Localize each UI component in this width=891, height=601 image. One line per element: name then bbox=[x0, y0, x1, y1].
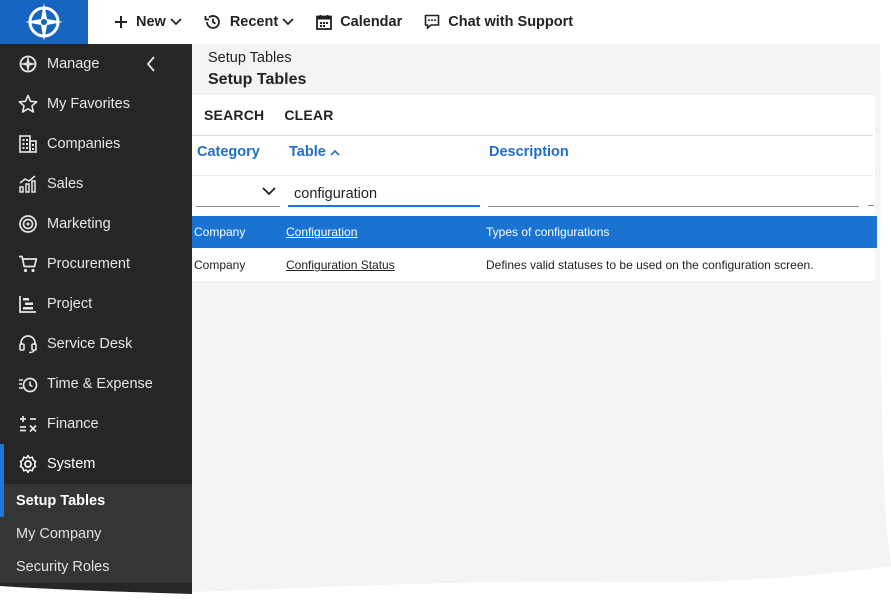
description-filter-input[interactable] bbox=[488, 183, 859, 207]
sidebar-item-companies[interactable]: Companies bbox=[0, 124, 192, 164]
results-panel: SEARCH CLEAR Category Table Description … bbox=[192, 95, 877, 281]
sidebar-item-label: My Favorites bbox=[47, 96, 130, 112]
sidebar-item-label: Marketing bbox=[47, 216, 111, 232]
chevron-down-icon bbox=[170, 18, 182, 26]
collapse-sidebar-button[interactable] bbox=[146, 56, 156, 76]
sidebar-item-marketing[interactable]: Marketing bbox=[0, 204, 192, 244]
sidebar: Manage My Favorites Companies Sales Mark… bbox=[0, 44, 192, 601]
chevron-down-icon bbox=[262, 187, 276, 196]
column-header-label: Category bbox=[197, 144, 260, 160]
clock-money-icon bbox=[18, 374, 38, 394]
sidebar-item-label: Procurement bbox=[47, 256, 131, 272]
sidebar-item-project[interactable]: Project bbox=[0, 284, 192, 324]
sidebar-item-label: Manage bbox=[47, 56, 100, 72]
sidebar-item-label: System bbox=[47, 456, 96, 472]
chat-support-label: Chat with Support bbox=[448, 14, 574, 30]
recent-menu-button[interactable]: Recent bbox=[182, 0, 294, 44]
sidebar-item-label: Project bbox=[47, 296, 93, 312]
sidebar-item-sales[interactable]: Sales bbox=[0, 164, 192, 204]
sidebar-item-label: Sales bbox=[47, 176, 84, 192]
table-filter-input[interactable] bbox=[288, 183, 480, 207]
sidebar-item-service-desk[interactable]: Service Desk bbox=[0, 324, 192, 364]
cell-category: Company bbox=[194, 258, 246, 272]
headset-icon bbox=[18, 334, 38, 354]
plus-icon bbox=[115, 16, 127, 28]
target-icon bbox=[18, 214, 38, 234]
sidebar-item-label: Time & Expense bbox=[47, 376, 153, 392]
calendar-button[interactable]: Calendar bbox=[294, 0, 402, 44]
calculator-icon bbox=[18, 414, 38, 434]
action-bar: SEARCH CLEAR bbox=[204, 107, 334, 123]
category-filter-select[interactable] bbox=[196, 183, 280, 207]
sidebar-item-label: Companies bbox=[47, 136, 121, 152]
column-header-description[interactable]: Description bbox=[489, 144, 569, 160]
cell-description: Types of configurations bbox=[486, 225, 610, 239]
sidebar-submenu: Setup Tables My Company Security Roles bbox=[0, 484, 192, 583]
sidebar-subitem-label: Setup Tables bbox=[16, 492, 106, 509]
compass-icon bbox=[18, 54, 38, 74]
sidebar-item-label: Finance bbox=[47, 416, 99, 432]
page-edge-decoration bbox=[192, 566, 891, 601]
app-logo[interactable] bbox=[0, 0, 88, 44]
calendar-icon bbox=[316, 15, 333, 30]
chart-icon bbox=[18, 174, 38, 194]
gear-icon bbox=[18, 454, 38, 474]
column-header-label: Description bbox=[489, 144, 569, 160]
main-content: Setup Tables Setup Tables SEARCH CLEAR C… bbox=[192, 44, 891, 601]
page-edge-decoration bbox=[880, 44, 891, 564]
chat-support-button[interactable]: Chat with Support bbox=[402, 0, 573, 44]
sidebar-item-favorites[interactable]: My Favorites bbox=[0, 84, 192, 124]
sidebar-item-procurement[interactable]: Procurement bbox=[0, 244, 192, 284]
column-header-label: Table bbox=[289, 144, 326, 160]
cart-icon bbox=[18, 254, 38, 274]
cell-table-link[interactable]: Configuration Status bbox=[286, 258, 395, 272]
divider bbox=[192, 135, 873, 136]
sidebar-subitem-label: Security Roles bbox=[16, 558, 110, 575]
divider bbox=[868, 205, 874, 206]
cell-table-link[interactable]: Configuration bbox=[286, 225, 357, 239]
gantt-icon bbox=[18, 294, 38, 314]
sidebar-item-system[interactable]: System bbox=[0, 444, 192, 484]
cell-description: Defines valid statuses to be used on the… bbox=[486, 258, 814, 272]
new-menu-label: New bbox=[136, 14, 166, 30]
recent-menu-label: Recent bbox=[229, 14, 279, 30]
page-title: Setup Tables bbox=[208, 71, 307, 88]
compass-logo-icon bbox=[25, 3, 63, 41]
calendar-label: Calendar bbox=[340, 14, 403, 30]
new-menu-button[interactable]: New bbox=[88, 0, 182, 44]
clear-button[interactable]: CLEAR bbox=[284, 107, 333, 123]
history-icon bbox=[204, 15, 220, 29]
page-edge-decoration bbox=[0, 586, 192, 601]
sort-ascending-icon bbox=[330, 149, 340, 156]
column-header-table[interactable]: Table bbox=[289, 144, 340, 160]
sidebar-subitem-my-company[interactable]: My Company bbox=[0, 517, 192, 550]
search-button[interactable]: SEARCH bbox=[204, 107, 264, 123]
building-icon bbox=[18, 134, 38, 154]
cell-category: Company bbox=[194, 225, 246, 239]
divider bbox=[192, 175, 873, 176]
sidebar-subitem-security-roles[interactable]: Security Roles bbox=[0, 550, 192, 583]
chat-icon bbox=[424, 14, 440, 30]
sidebar-item-time-expense[interactable]: Time & Expense bbox=[0, 364, 192, 404]
sidebar-subitem-label: My Company bbox=[16, 525, 102, 542]
chevron-down-icon bbox=[282, 18, 294, 26]
table-row[interactable]: Company Configuration Status Defines val… bbox=[192, 249, 877, 281]
top-bar: New Recent Calendar Chat with Support bbox=[0, 0, 891, 44]
column-header-category[interactable]: Category bbox=[197, 144, 260, 160]
sidebar-item-finance[interactable]: Finance bbox=[0, 404, 192, 444]
sidebar-subitem-setup-tables[interactable]: Setup Tables bbox=[0, 484, 192, 517]
sidebar-item-label: Service Desk bbox=[47, 336, 133, 352]
sidebar-item-manage[interactable]: Manage bbox=[0, 44, 192, 84]
breadcrumb[interactable]: Setup Tables bbox=[208, 50, 292, 66]
table-row[interactable]: Company Configuration Types of configura… bbox=[192, 216, 877, 248]
star-icon bbox=[18, 94, 38, 114]
chevron-left-icon bbox=[146, 56, 155, 72]
